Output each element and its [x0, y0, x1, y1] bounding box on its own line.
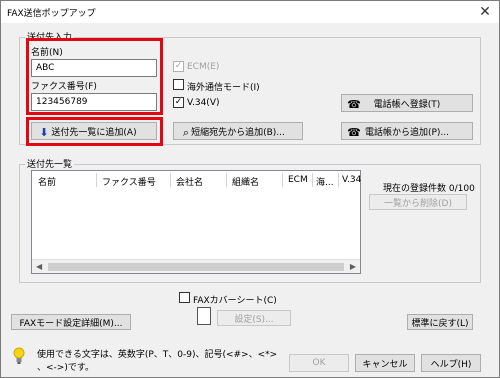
add-from-phonebook-label: 電話帳から追加(P)... [364, 127, 450, 138]
overseas-mode-label: 海外通信モード(I) [187, 83, 260, 93]
title-bar: FAX送信ポップアップ ✕ [1, 1, 499, 23]
scroll-thumb[interactable] [48, 263, 344, 271]
scroll-left-icon[interactable]: ◀ [36, 262, 42, 271]
restore-default-button[interactable]: 標準に戻す(L) [407, 314, 473, 330]
delete-from-list-button[interactable]: 一覧から削除(D) [369, 194, 467, 210]
scroll-right-icon[interactable]: ▶ [350, 262, 356, 271]
cover-settings-button[interactable]: 設定(S)... [217, 310, 291, 326]
column-header-company[interactable]: 会社名 [176, 175, 203, 188]
v34-checkbox[interactable]: ✓ [173, 97, 184, 108]
highlight-name-fax [26, 38, 163, 115]
column-header-department[interactable]: 組織名 [232, 175, 259, 188]
fax-cover-label: FAXカバーシート(C) [193, 296, 277, 306]
highlight-add-button [26, 117, 163, 146]
close-icon[interactable]: ✕ [477, 4, 493, 20]
ecm-checkbox[interactable]: ✓ [173, 61, 184, 72]
help-button[interactable]: ヘルプ(H) [421, 354, 481, 372]
registration-count: 現在の登録件数 0/100 [383, 184, 475, 194]
add-from-speed-dial-label: 短縮宛先から追加(B)... [191, 127, 285, 138]
phonebook-icon: ☎ [347, 126, 361, 139]
column-header-fax[interactable]: ファクス番号 [102, 175, 156, 188]
destination-list-group-label: 送付先一覧 [25, 157, 75, 170]
fax-popup-window: FAX送信ポップアップ ✕ 送付先入力 名前(N) ABC ファクス番号(F) … [0, 0, 500, 378]
v34-label: V.34(V) [187, 98, 220, 108]
fax-cover-checkbox[interactable] [179, 292, 190, 303]
column-header-overseas[interactable]: 海... [316, 175, 334, 188]
tip-line-1: 使用できる文字は、英数字(P、T、0-9)、記号(<#>、<*> [37, 350, 278, 360]
column-header-ecm[interactable]: ECM [288, 175, 308, 185]
register-phonebook-button[interactable]: ☎ 電話帳へ登録(T) [341, 94, 473, 112]
column-header-v34[interactable]: V.34 [342, 175, 361, 185]
speed-dial-icon: ⌕ [182, 126, 190, 139]
window-title: FAX送信ポップアップ [7, 9, 96, 19]
column-header-name[interactable]: 名前 [38, 175, 56, 188]
add-from-speed-dial-button[interactable]: ⌕ 短縮宛先から追加(B)... [173, 122, 303, 140]
cover-sheet-icon [197, 307, 211, 325]
register-phonebook-label: 電話帳へ登録(T) [373, 99, 441, 110]
phonebook-register-icon: ☎ [347, 98, 361, 111]
lightbulb-icon [13, 347, 25, 364]
fax-mode-details-button[interactable]: FAXモード設定詳細(M)... [11, 314, 131, 330]
add-from-phonebook-button[interactable]: ☎ 電話帳から追加(P)... [341, 122, 473, 140]
ok-button[interactable]: OK [289, 354, 349, 372]
destination-list[interactable]: 名前 ファクス番号 会社名 組織名 ECM 海... V.34 ◀ ▶ [31, 170, 361, 274]
ecm-label: ECM(E) [187, 62, 220, 72]
horizontal-scrollbar[interactable]: ◀ ▶ [32, 259, 360, 273]
overseas-mode-checkbox[interactable] [173, 79, 184, 90]
cancel-button[interactable]: キャンセル [355, 354, 415, 372]
tip-line-2: 、<->)です。 [37, 363, 94, 373]
